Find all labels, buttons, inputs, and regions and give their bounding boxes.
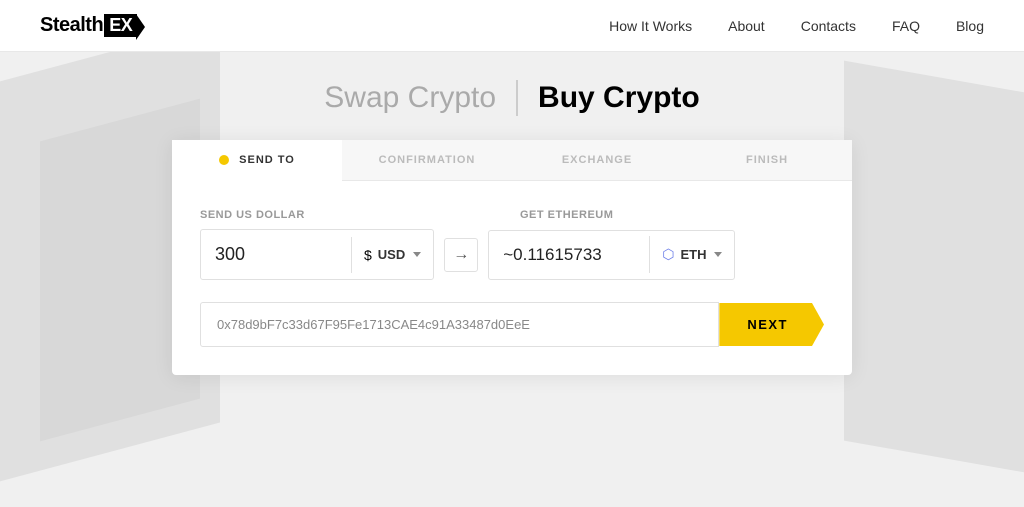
tab-swap-crypto[interactable]: Swap Crypto bbox=[324, 81, 496, 115]
swap-arrow-button[interactable]: → bbox=[444, 238, 478, 272]
logo-text-ex: EX bbox=[104, 14, 137, 37]
logo-text-stealth: Stealth bbox=[40, 14, 103, 37]
get-output-group: ~0.11615733 ⬡ ETH bbox=[488, 230, 735, 280]
nav-contacts[interactable]: Contacts bbox=[801, 18, 856, 34]
step-tab-confirmation[interactable]: CONFIRMATION bbox=[342, 140, 512, 180]
nav-about[interactable]: About bbox=[728, 18, 765, 34]
get-amount-value: ~0.11615733 bbox=[489, 231, 649, 279]
exchange-labels: SEND US DOLLAR GET ETHEREUM bbox=[200, 209, 824, 221]
send-amount-input[interactable]: 300 bbox=[201, 230, 351, 279]
address-row: NEXT bbox=[200, 302, 824, 347]
get-currency-chevron bbox=[714, 252, 722, 257]
header: Stealth EX How It Works About Contacts F… bbox=[0, 0, 1024, 52]
main-content: Swap Crypto Buy Crypto SEND TO CONFIRMAT… bbox=[0, 52, 1024, 375]
nav-faq[interactable]: FAQ bbox=[892, 18, 920, 34]
send-input-group: 300 $ USD bbox=[200, 229, 434, 280]
get-currency-name: ETH bbox=[680, 247, 706, 262]
send-currency-name: USD bbox=[378, 247, 405, 262]
next-button[interactable]: NEXT bbox=[719, 303, 824, 346]
step-tab-finish[interactable]: FINISH bbox=[682, 140, 852, 180]
nav: How It Works About Contacts FAQ Blog bbox=[609, 18, 984, 34]
heading-divider bbox=[516, 80, 518, 116]
send-label: SEND US DOLLAR bbox=[200, 209, 500, 221]
exchange-row: 300 $ USD → ~0.11615733 ⬡ ETH bbox=[200, 229, 824, 280]
card-body: SEND US DOLLAR GET ETHEREUM 300 $ USD → bbox=[172, 181, 852, 375]
mode-tabs: Swap Crypto Buy Crypto bbox=[324, 80, 699, 116]
send-currency-selector[interactable]: $ USD bbox=[351, 237, 433, 273]
get-label: GET ETHEREUM bbox=[520, 209, 613, 221]
exchange-card: SEND TO CONFIRMATION EXCHANGE FINISH SEN… bbox=[172, 140, 852, 375]
usd-icon: $ bbox=[364, 247, 372, 263]
eth-icon: ⬡ bbox=[662, 246, 674, 263]
step-dot bbox=[219, 155, 229, 165]
step-tab-exchange[interactable]: EXCHANGE bbox=[512, 140, 682, 180]
get-currency-selector[interactable]: ⬡ ETH bbox=[649, 236, 734, 273]
send-currency-chevron bbox=[413, 252, 421, 257]
tab-buy-crypto[interactable]: Buy Crypto bbox=[538, 81, 700, 115]
arrow-right-icon: → bbox=[453, 246, 469, 264]
step-tabs: SEND TO CONFIRMATION EXCHANGE FINISH bbox=[172, 140, 852, 181]
step-tab-send-to[interactable]: SEND TO bbox=[172, 140, 342, 180]
logo: Stealth EX bbox=[40, 14, 137, 37]
nav-blog[interactable]: Blog bbox=[956, 18, 984, 34]
wallet-address-input[interactable] bbox=[200, 302, 719, 347]
nav-how-it-works[interactable]: How It Works bbox=[609, 18, 692, 34]
